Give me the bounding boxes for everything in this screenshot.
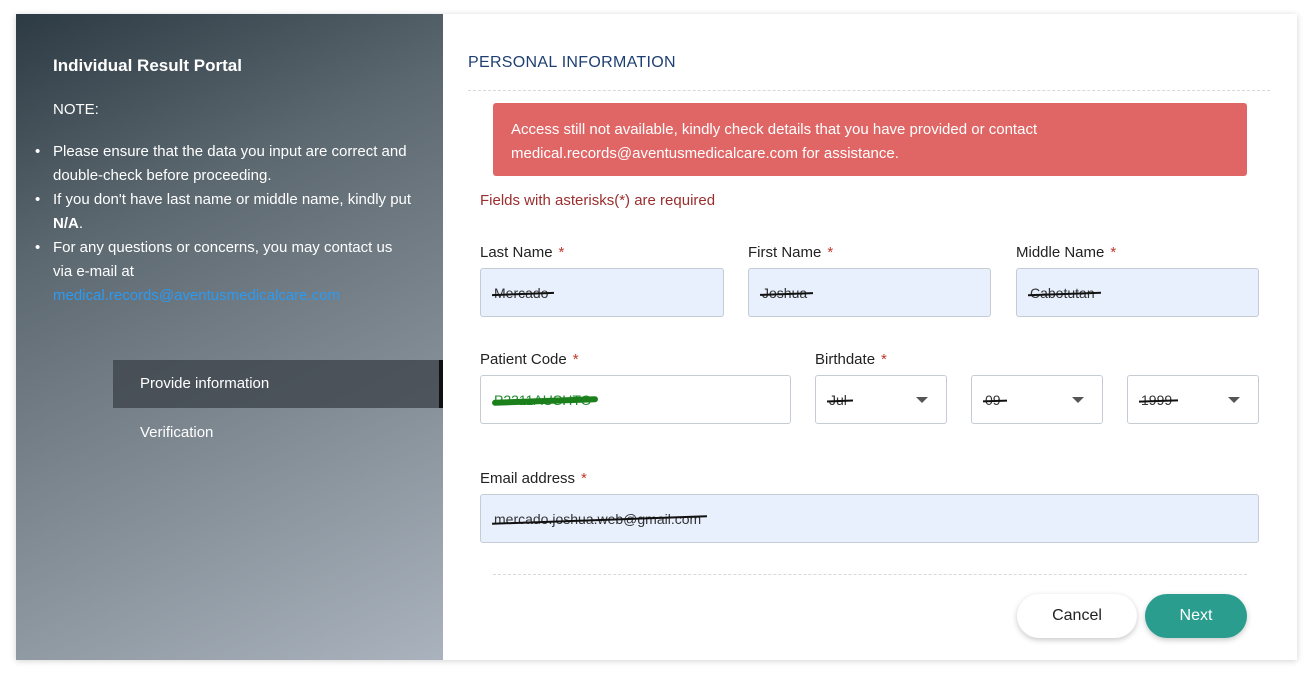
chevron-down-icon xyxy=(1228,397,1240,403)
redacted-value: mercado.joshua.web@gmail.com xyxy=(494,510,702,527)
redacted-value: Cabotutan xyxy=(1030,284,1095,301)
label-text: Email address xyxy=(480,470,576,487)
note-item: If you don't have last name or middle na… xyxy=(35,188,413,236)
birthdate-month-select[interactable]: 09 xyxy=(971,375,1103,424)
patient-code-input[interactable]: P2311AUSHTO xyxy=(480,375,791,424)
last-name-label: Last Name * xyxy=(480,244,564,261)
note-list: Please ensure that the data you input ar… xyxy=(35,140,413,308)
note-text: Please ensure that the data you input ar… xyxy=(53,143,407,184)
required-asterisk: * xyxy=(558,244,565,261)
redacted-value: Joshua xyxy=(762,284,808,301)
redacted-value: Jul xyxy=(829,391,847,408)
chevron-down-icon xyxy=(916,397,928,403)
error-alert: Access still not available, kindly check… xyxy=(493,103,1247,176)
portal-title: Individual Result Portal xyxy=(53,56,242,75)
email-label: Email address * xyxy=(480,470,587,487)
required-asterisk: * xyxy=(1110,244,1117,261)
note-label: NOTE: xyxy=(53,101,99,118)
sidebar: Individual Result Portal NOTE: Please en… xyxy=(16,14,443,660)
portal-card: Individual Result Portal NOTE: Please en… xyxy=(16,14,1297,660)
chevron-down-icon xyxy=(1072,397,1084,403)
label-text: Birthdate xyxy=(815,351,876,368)
contact-email-link[interactable]: medical.records@aventusmedicalcare.com xyxy=(53,287,340,304)
middle-name-input[interactable]: Cabotutan xyxy=(1016,268,1259,317)
email-input[interactable]: mercado.joshua.web@gmail.com xyxy=(480,494,1259,543)
birthdate-day-select[interactable]: Jul xyxy=(815,375,947,424)
required-asterisk: * xyxy=(881,351,887,368)
birthdate-year-select[interactable]: 1999 xyxy=(1127,375,1259,424)
required-asterisk: * xyxy=(572,351,579,368)
required-note: Fields with asterisks(*) are required xyxy=(480,192,716,209)
redacted-value: P2311AUSHTO xyxy=(494,391,592,408)
form-panel: PERSONAL INFORMATION Access still not av… xyxy=(443,14,1297,660)
label-text: Patient Code xyxy=(480,351,567,368)
required-asterisk: * xyxy=(581,470,587,487)
note-suffix: . xyxy=(78,215,84,232)
divider xyxy=(493,574,1247,575)
label-text: First Name xyxy=(748,244,822,261)
cancel-button[interactable]: Cancel xyxy=(1017,594,1137,638)
label-text: Last Name xyxy=(480,244,553,261)
birthdate-label: Birthdate * xyxy=(815,351,887,368)
redacted-value: 1999 xyxy=(1141,391,1173,408)
note-item: Please ensure that the data you input ar… xyxy=(35,140,413,188)
step-verification[interactable]: Verification xyxy=(113,409,443,457)
first-name-label: First Name * xyxy=(748,244,833,261)
label-text: Middle Name xyxy=(1016,244,1105,261)
patient-code-label: Patient Code * xyxy=(480,351,579,368)
redacted-value: 09 xyxy=(985,391,1001,408)
step-provide-information[interactable]: Provide information xyxy=(113,360,443,408)
next-button[interactable]: Next xyxy=(1145,594,1247,638)
divider xyxy=(468,90,1270,91)
note-text: If you don't have last name or middle na… xyxy=(53,191,412,208)
note-na: N/A xyxy=(53,215,79,232)
note-item: For any questions or concerns, you may c… xyxy=(35,236,413,308)
first-name-input[interactable]: Joshua xyxy=(748,268,991,317)
note-text: For any questions or concerns, you may c… xyxy=(53,239,393,280)
middle-name-label: Middle Name * xyxy=(1016,244,1116,261)
required-asterisk: * xyxy=(827,244,834,261)
last-name-input[interactable]: Mercado xyxy=(480,268,724,317)
redacted-value: Mercado xyxy=(494,284,549,301)
section-title: PERSONAL INFORMATION xyxy=(468,54,676,71)
